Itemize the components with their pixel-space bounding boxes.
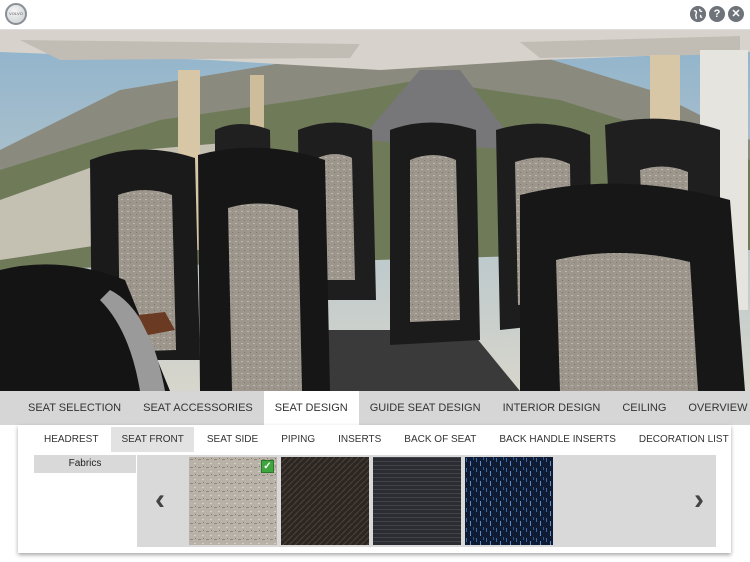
swatch-texture [281,457,369,545]
close-icon[interactable]: ✕ [728,6,744,22]
swatch-texture [373,457,461,545]
main-tab-bar: SEAT SELECTION SEAT ACCESSORIES SEAT DES… [0,391,750,425]
top-bar: VOLVO ? ✕ [0,0,750,30]
subtab-headrest[interactable]: HEADREST [34,427,108,452]
subtab-back-handle-inserts[interactable]: BACK HANDLE INSERTS [489,427,626,452]
logo-text: VOLVO [9,11,23,16]
subtab-decoration-list[interactable]: DECORATION LIST [629,427,739,452]
subtab-inserts[interactable]: INSERTS [328,427,391,452]
subtab-back-of-seat[interactable]: BACK OF SEAT [394,427,486,452]
chevron-right-icon[interactable]: › [690,485,708,516]
subtab-seat-front[interactable]: SEAT FRONT [111,427,194,452]
swatch-navy-pattern-fabric[interactable] [465,457,553,545]
interior-render [0,30,750,391]
subtab-piping[interactable]: PIPING [271,427,325,452]
tab-ceiling[interactable]: CEILING [611,391,677,425]
swatch-dark-brown-weave-fabric[interactable] [281,457,369,545]
swatch-beige-dotted-fabric[interactable]: ✓ [189,457,277,545]
globe-icon-svg [690,6,706,22]
sub-tab-bar: HEADREST SEAT FRONT SEAT SIDE PIPING INS… [18,427,731,452]
tab-seat-selection[interactable]: SEAT SELECTION [17,391,132,425]
swatch-texture [465,457,553,545]
seat-design-panel: HEADREST SEAT FRONT SEAT SIDE PIPING INS… [18,425,731,553]
category-list: Fabrics [34,455,136,547]
tab-guide-seat-design[interactable]: GUIDE SEAT DESIGN [359,391,492,425]
coach-interior-viewer[interactable]: P [0,30,750,391]
tab-interior-design[interactable]: INTERIOR DESIGN [492,391,612,425]
app-root: VOLVO ? ✕ SEAT SELECTION SEAT ACCESSORIE… [0,0,750,562]
subtab-seat-side[interactable]: SEAT SIDE [197,427,268,452]
category-fabrics[interactable]: Fabrics [34,455,136,473]
globe-icon[interactable] [690,6,706,22]
selected-check-icon: ✓ [261,460,274,473]
tab-seat-design[interactable]: SEAT DESIGN [263,391,359,425]
swatch-charcoal-fine-fabric[interactable] [373,457,461,545]
volvo-logo: VOLVO [5,3,27,25]
swatch-carousel: ‹ ✓ › [137,455,716,547]
top-icons: ? ✕ [690,6,744,22]
chevron-left-icon[interactable]: ‹ [151,485,169,516]
help-icon[interactable]: ? [709,6,725,22]
tab-seat-accessories[interactable]: SEAT ACCESSORIES [132,391,264,425]
tab-overview[interactable]: OVERVIEW [677,391,750,425]
